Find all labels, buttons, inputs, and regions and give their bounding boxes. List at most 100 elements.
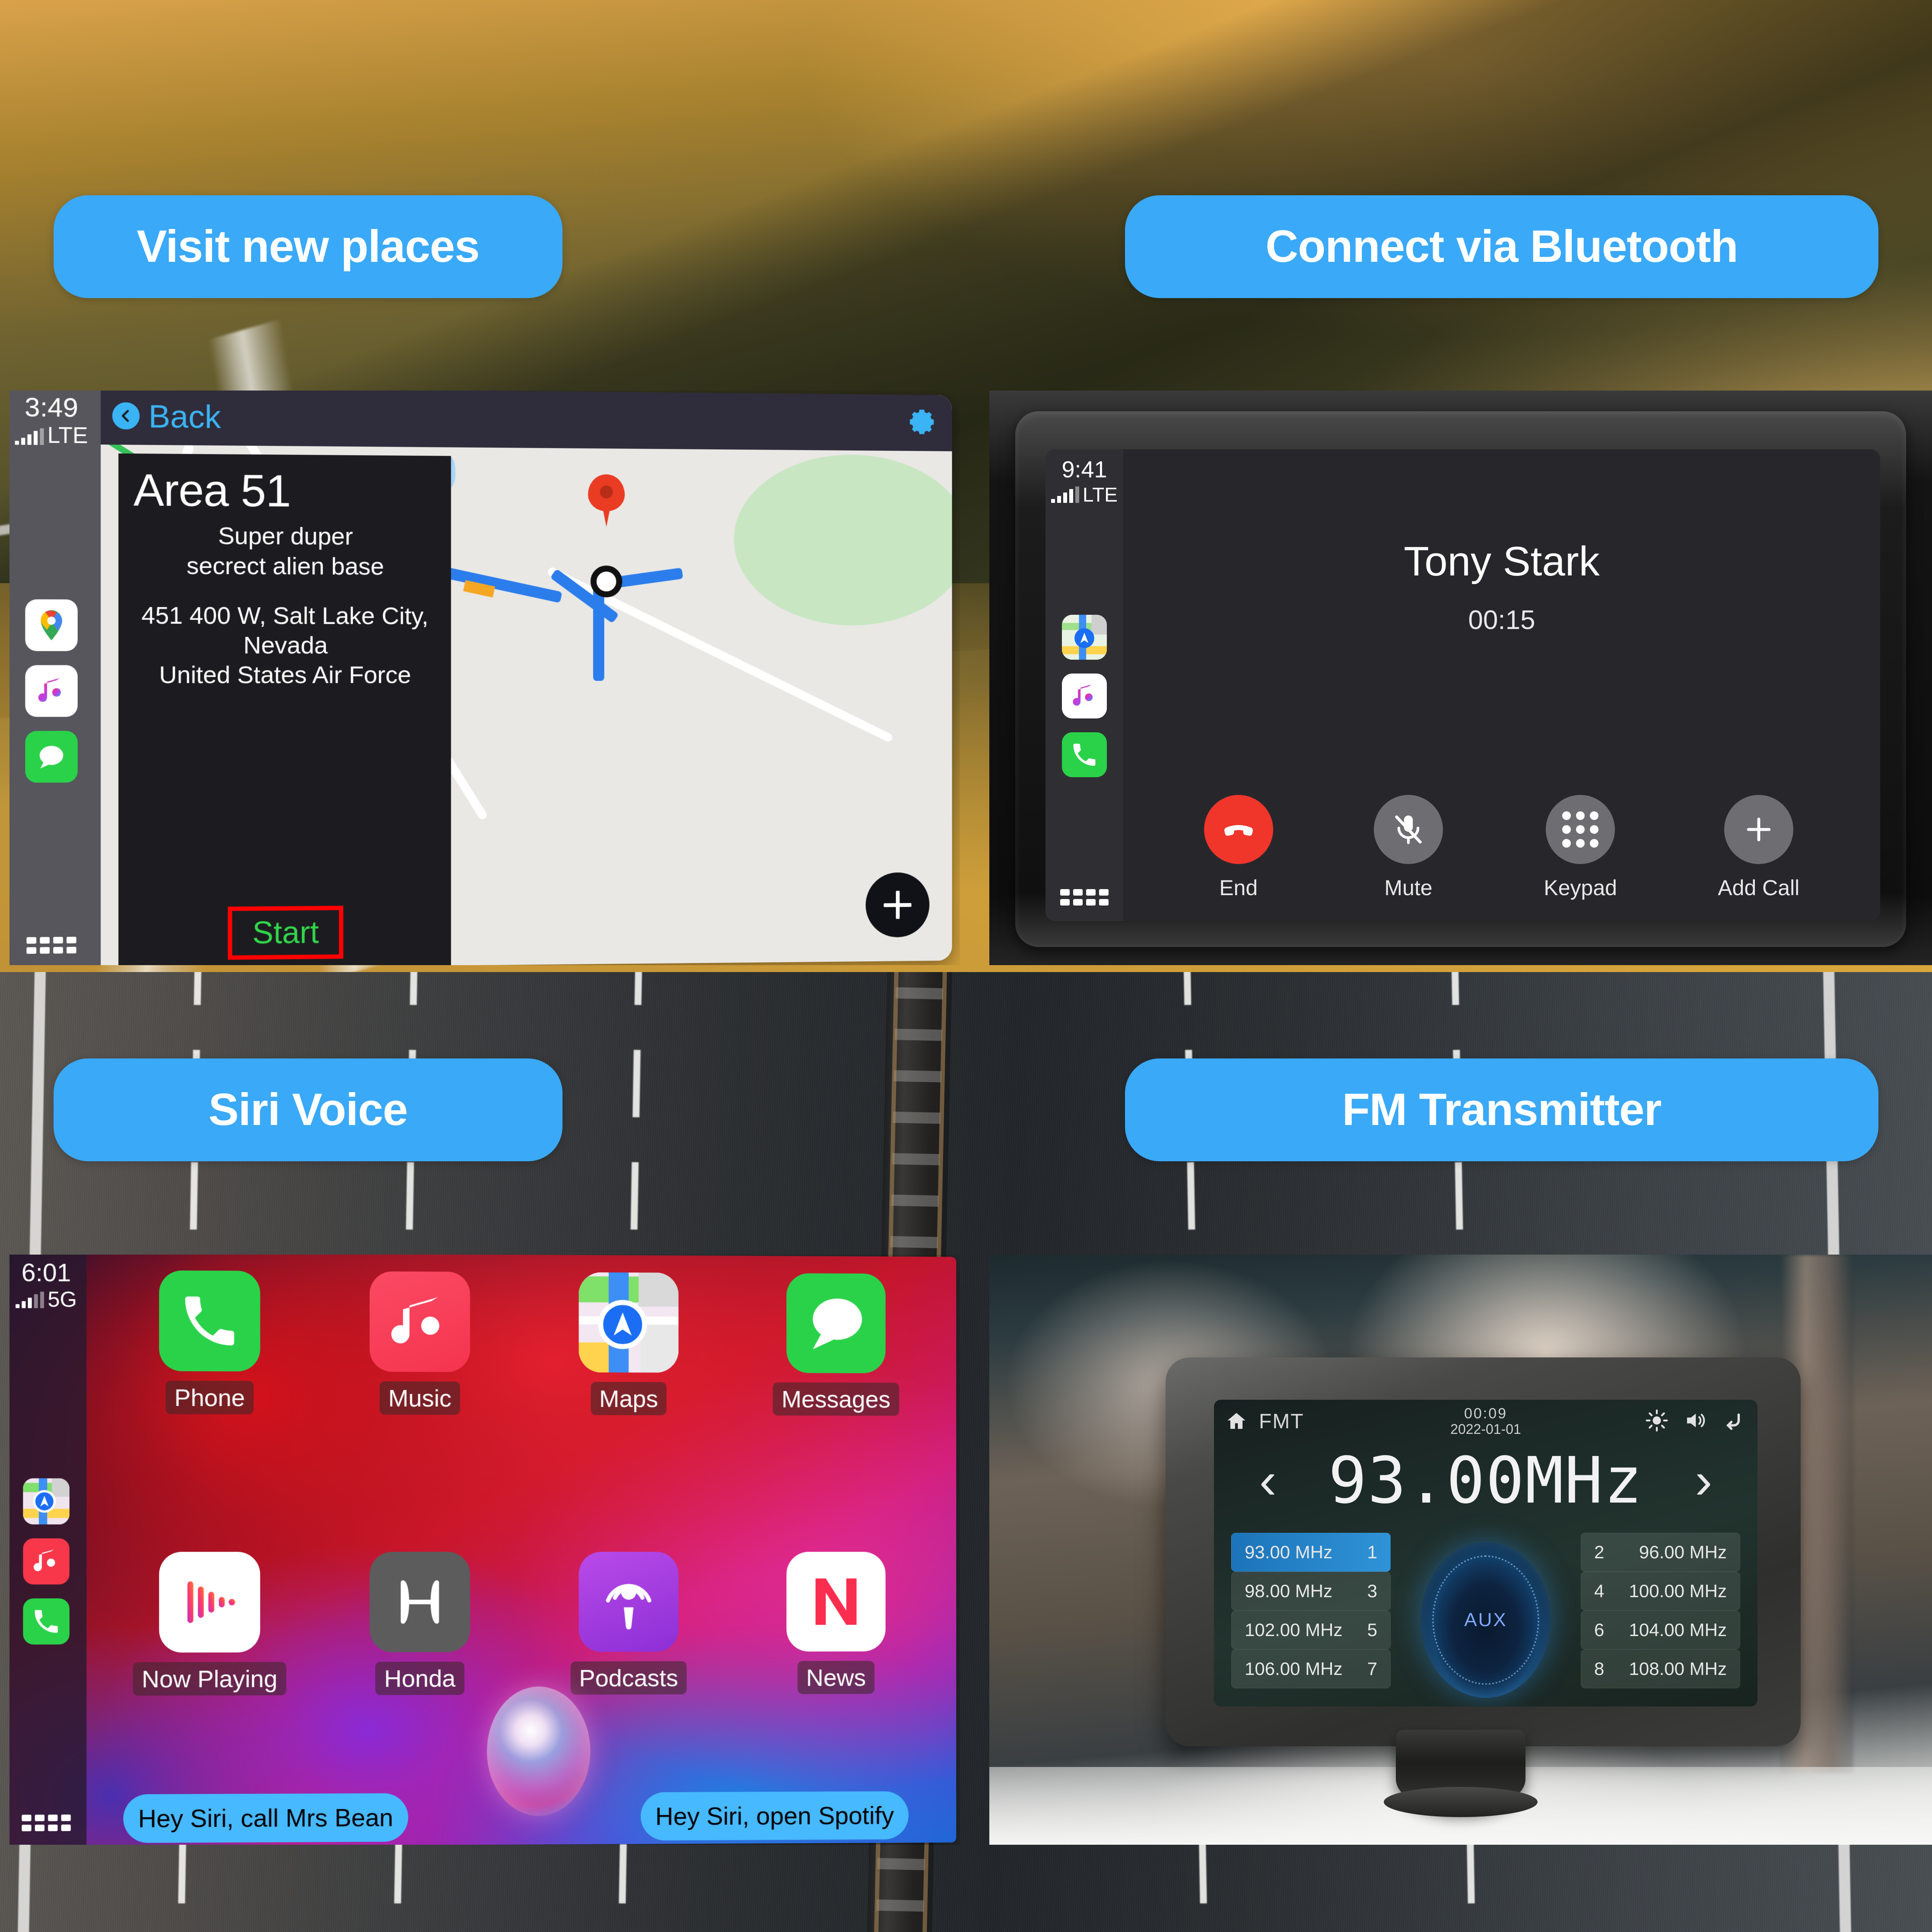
honda-icon [369,1552,470,1652]
fm-preset-number: 2 [1594,1542,1605,1562]
fm-preset-number: 6 [1594,1620,1605,1640]
destination-pin [588,474,625,526]
app-tile-music[interactable]: Music [315,1271,524,1552]
signal-bars-icon [15,428,44,445]
app-label: Maps [591,1382,667,1415]
place-address-line2: Nevada [243,631,328,659]
app-label: News [798,1661,875,1694]
network-type-label: LTE [1083,483,1118,506]
app-tile-honda[interactable]: Honda [315,1552,524,1833]
destination-dot [590,565,623,597]
app-tile-now-playing[interactable]: Now Playing [104,1552,315,1833]
fm-preset-7[interactable]: 106.00 MHz 7 [1231,1649,1391,1688]
map-canvas[interactable]: Durant Rd 6 min 9 min Area 51 Super dupe… [101,444,952,965]
device-mount [1384,1730,1538,1817]
app-label: Music [379,1381,461,1415]
app-tile-phone[interactable]: Phone [104,1270,315,1552]
google-maps-icon[interactable] [25,599,78,651]
carplay-sidebar: 9:41 LTE [1045,449,1123,921]
feature-banner-fm-transmitter: FM Transmitter [1125,1058,1878,1161]
app-tile-messages[interactable]: Messages [733,1273,939,1552]
fm-tuning-dial[interactable]: AUX [1421,1542,1551,1698]
keypad-label: Keypad [1544,876,1617,900]
carplay-sidebar: 6:01 5G [10,1255,87,1845]
mute-mic-icon [1374,795,1443,864]
status-network: LTE [15,423,88,448]
fm-preset-3[interactable]: 98.00 MHz 3 [1231,1572,1391,1611]
fm-preset-freq: 100.00 MHz [1629,1581,1727,1601]
place-address-line1: 451 400 W, Salt Lake City, [141,601,429,629]
fm-preset-number: 7 [1367,1659,1377,1679]
call-duration: 00:15 [1468,605,1535,635]
fm-preset-number: 3 [1367,1581,1377,1601]
phone-icon[interactable] [1062,732,1107,777]
carplay-home-siri-screenshot: 6:01 5G Phone Music Maps Messages Now Pl… [10,1255,960,1845]
carplay-phone-call-screenshot: 9:41 LTE Tony Stark 00:15 End Mute Keypa… [989,391,1932,965]
chevron-left-icon [112,402,140,430]
apple-music-icon[interactable] [25,665,78,717]
phone-icon [159,1270,261,1372]
now-playing-icon [159,1552,261,1653]
fm-clock: 00:09 2022-01-01 [1214,1405,1757,1437]
fm-preset-number: 1 [1367,1542,1377,1562]
fm-preset-freq: 93.00 MHz [1245,1542,1333,1562]
podcasts-icon [578,1551,679,1652]
fm-clock-time: 00:09 [1464,1405,1508,1422]
app-label: Now Playing [133,1662,286,1696]
feature-banner-visit-new-places: Visit new places [54,195,562,298]
carplay-sidebar: 3:49 LTE [10,391,101,965]
fm-preset-2[interactable]: 2 96.00 MHz [1581,1533,1740,1572]
fm-current-frequency: 93.00MHz [1328,1443,1643,1518]
fm-preset-5[interactable]: 102.00 MHz 5 [1231,1611,1391,1649]
app-tile-news[interactable]: News [733,1551,939,1830]
fm-preset-8[interactable]: 8 108.00 MHz [1581,1649,1740,1688]
caller-name: Tony Stark [1404,538,1600,585]
apple-music-icon[interactable] [1062,674,1107,718]
apple-maps-icon [578,1272,679,1373]
place-address-line3: United States Air Force [159,661,411,689]
fm-preset-freq: 96.00 MHz [1639,1542,1727,1562]
chevron-left-icon[interactable]: ‹ [1259,1455,1277,1506]
app-label: Messages [773,1382,899,1416]
fm-preset-6[interactable]: 6 104.00 MHz [1581,1611,1740,1649]
status-time: 9:41 [1061,457,1107,483]
fm-preset-number: 8 [1594,1659,1605,1679]
phone-icon[interactable] [23,1598,70,1645]
status-network: LTE [1051,483,1118,506]
back-button-label: Back [148,398,221,435]
start-button-highlight: Start [228,906,343,960]
keypad-button[interactable]: Keypad [1544,795,1617,900]
app-grid-button[interactable] [1060,889,1109,906]
app-tile-maps[interactable]: Maps [524,1272,733,1552]
end-call-button[interactable]: End [1204,795,1273,900]
keypad-icon [1546,795,1615,864]
mute-button[interactable]: Mute [1374,795,1443,900]
feature-banner-siri-voice: Siri Voice [54,1058,562,1161]
gear-icon[interactable] [905,406,937,440]
apple-music-icon [369,1271,470,1372]
status-time: 3:49 [24,392,79,423]
carplay-maps-screenshot: 3:49 LTE Back Area 51 Super duper secrec… [10,391,960,965]
add-call-button[interactable]: Add Call [1718,795,1799,900]
maps-navbar: Back [101,391,952,451]
fm-preset-1[interactable]: 93.00 MHz 1 [1231,1533,1391,1572]
place-subtitle-line2: secrect alien base [186,551,384,580]
fm-display-screen[interactable]: FMT 00:09 2022-01-01 ‹ 93.00MHz › 93.00 … [1214,1400,1757,1706]
add-icon[interactable] [865,872,930,938]
app-grid-button[interactable] [22,1814,71,1831]
messages-icon [786,1273,886,1373]
back-button[interactable]: Back [112,397,221,435]
app-label: Podcasts [570,1661,687,1695]
app-grid-button[interactable] [26,937,76,954]
apple-maps-icon[interactable] [1062,615,1107,660]
fm-dial-label: AUX [1464,1609,1507,1630]
messages-icon[interactable] [25,731,78,783]
siri-command-bubble-left: Hey Siri, call Mrs Bean [123,1793,408,1843]
siri-orb-icon[interactable] [486,1686,591,1816]
start-button[interactable]: Start [252,915,319,951]
place-info-card: Area 51 Super duper secrect alien base 4… [118,453,451,965]
fm-preset-4[interactable]: 4 100.00 MHz [1581,1572,1740,1611]
chevron-right-icon[interactable]: › [1695,1455,1712,1506]
apple-music-icon[interactable] [23,1538,70,1585]
apple-maps-icon[interactable] [23,1478,70,1525]
